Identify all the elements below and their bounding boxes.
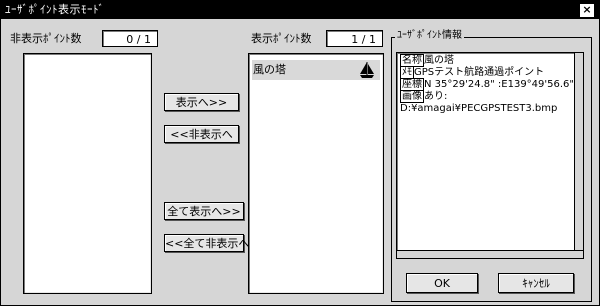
- info-line-name: 名称 風の塔: [400, 54, 454, 67]
- hidden-points-list[interactable]: [23, 53, 152, 294]
- info-line-image-path: D:¥amagai¥PECGPSTEST3.bmp: [400, 103, 558, 114]
- cancel-button[interactable]: ｷｬﾝｾﾙ: [498, 273, 574, 293]
- show-button[interactable]: 表示へ>>: [164, 93, 239, 111]
- sailboat-icon: [360, 62, 374, 78]
- user-point-info-text[interactable]: 名称 風の塔 ﾒﾓ GPSテスト航路通過ポイント 座標 N 35°29'24.8" :…: [396, 52, 584, 259]
- hidden-points-count: 0 / 1: [102, 30, 158, 47]
- shown-points-label: 表示ﾎﾟｲﾝﾄ数: [251, 32, 312, 45]
- user-point-info-label: ﾕｰｻﾞﾎﾟｲﾝﾄ情報: [395, 30, 464, 42]
- vertical-scrollbar[interactable]: [574, 53, 583, 258]
- shown-points-count: 1 / 1: [326, 30, 383, 47]
- user-point-display-dialog: ﾕｰｻﾞﾎﾟｲﾝﾄ表示ﾓｰﾄﾞ × 非表示ﾎﾟｲﾝﾄ数 0 / 1 表示へ>> …: [0, 0, 600, 306]
- window-title: ﾕｰｻﾞﾎﾟｲﾝﾄ表示ﾓｰﾄﾞ: [5, 3, 105, 16]
- hide-button[interactable]: <<非表示へ: [164, 125, 239, 143]
- horizontal-scrollbar[interactable]: [397, 250, 583, 258]
- hidden-points-label: 非表示ﾎﾟｲﾝﾄ数: [10, 32, 82, 45]
- info-line-memo: ﾒﾓ GPSテスト航路通過ポイント: [400, 66, 545, 79]
- list-item[interactable]: 風の塔: [252, 60, 380, 80]
- info-line-coordinates: 座標 N 35°29'24.8" :E139°49'56.6": [400, 78, 575, 91]
- title-bar[interactable]: ﾕｰｻﾞﾎﾟｲﾝﾄ表示ﾓｰﾄﾞ ×: [1, 1, 599, 19]
- info-line-image: 画像 あり:: [400, 90, 448, 103]
- list-item-label: 風の塔: [253, 63, 286, 76]
- ok-button[interactable]: OK: [406, 273, 478, 293]
- show-all-button[interactable]: 全て表示へ>>: [164, 202, 244, 220]
- close-button[interactable]: ×: [579, 3, 595, 18]
- hide-all-button[interactable]: <<全て非表示へ: [164, 234, 249, 252]
- shown-points-list[interactable]: 風の塔: [248, 53, 384, 294]
